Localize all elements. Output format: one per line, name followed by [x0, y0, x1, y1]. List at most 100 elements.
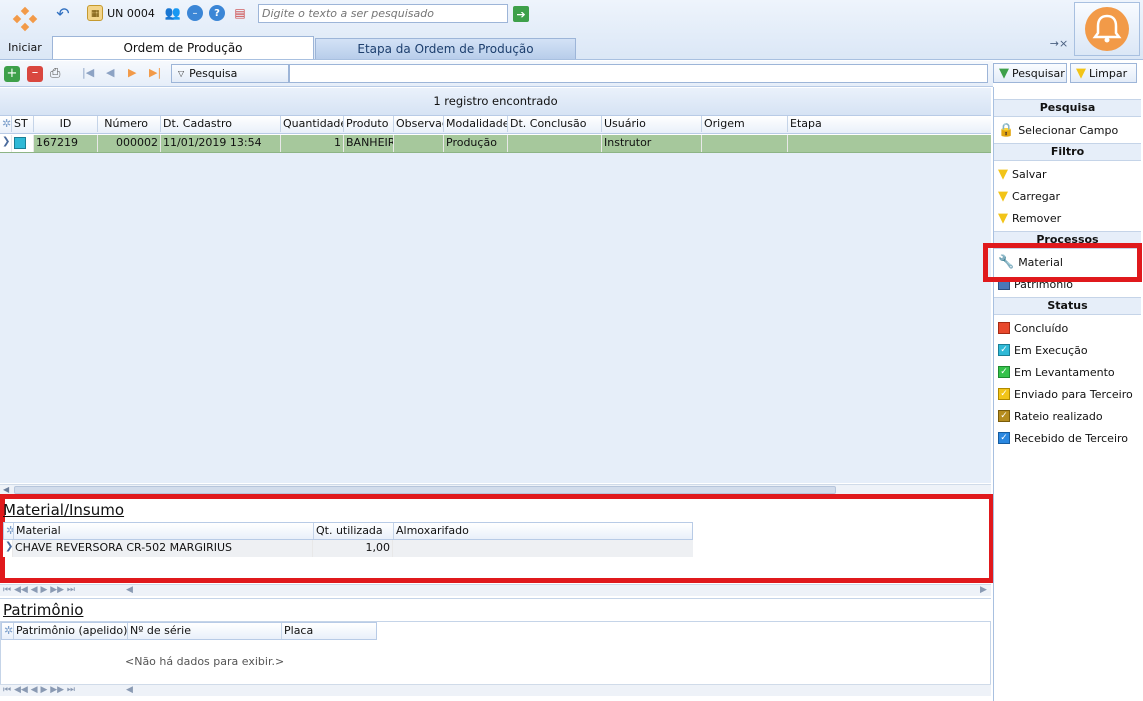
- clear-filter-icon: ▼: [1076, 65, 1086, 81]
- sidebar-item-em-execucao[interactable]: ✓ Em Execução: [998, 340, 1088, 360]
- sidebar-item-label: Concluído: [1014, 321, 1069, 335]
- col-material[interactable]: Material: [14, 523, 314, 539]
- sidebar-item-label: Em Levantamento: [1014, 365, 1115, 379]
- cell-dt-conclusao: [508, 135, 602, 152]
- delete-icon[interactable]: –: [27, 66, 43, 82]
- search-field-dropdown[interactable]: ▽ Pesquisa: [171, 64, 289, 83]
- column-chooser-icon[interactable]: ✲: [2, 623, 14, 639]
- notifications-button[interactable]: [1074, 2, 1140, 56]
- col-numero[interactable]: Número: [98, 116, 161, 132]
- col-st[interactable]: ST: [12, 116, 34, 132]
- column-chooser-icon[interactable]: ✲: [4, 523, 14, 539]
- sidebar-item-enviado-terceiro[interactable]: ✓ Enviado para Terceiro: [998, 384, 1133, 404]
- next-record-icon[interactable]: ▶: [128, 66, 136, 79]
- table-row[interactable]: ❯ 167219 000002 11/01/2019 13:54 1 BANHE…: [0, 135, 991, 153]
- record-navigator-icon[interactable]: ⏮ ◀◀ ◀ ▶ ▶▶ ⏭: [3, 685, 75, 695]
- chevron-down-icon: ▽: [178, 69, 185, 78]
- cell-produto: BANHEIR(: [344, 135, 394, 152]
- cell-origem: [702, 135, 788, 152]
- sidebar-item-label: Selecionar Campo: [1018, 123, 1119, 137]
- last-record-icon[interactable]: ▶|: [149, 66, 161, 79]
- col-placa[interactable]: Placa: [282, 623, 376, 639]
- minimize-icon[interactable]: –: [187, 5, 203, 21]
- sidebar-item-label: Salvar: [1012, 167, 1047, 181]
- col-quantidade[interactable]: Quantidade: [281, 116, 344, 132]
- undo-icon[interactable]: ↶: [53, 4, 73, 23]
- cell-quantidade: 1: [281, 135, 344, 152]
- help-icon[interactable]: ?: [209, 5, 225, 21]
- col-dt-cadastro[interactable]: Dt. Cadastro: [161, 116, 281, 132]
- sidebar-section-filtro: Filtro: [994, 143, 1141, 161]
- material-nav-bar: ⏮ ◀◀ ◀ ▶ ▶▶ ⏭ ◀ ▶: [0, 584, 991, 596]
- tab-etapa-ordem[interactable]: Etapa da Ordem de Produção: [315, 38, 576, 59]
- col-almoxarifado[interactable]: Almoxarifado: [394, 523, 692, 539]
- divider: [0, 598, 991, 599]
- tab-ordem-producao[interactable]: Ordem de Produção: [52, 36, 314, 59]
- app-logo-icon[interactable]: [8, 4, 42, 38]
- scroll-thumb[interactable]: [14, 486, 836, 494]
- col-qt-utilizada[interactable]: Qt. utilizada: [314, 523, 394, 539]
- sidebar-item-remover[interactable]: ▼ Remover: [998, 208, 1061, 228]
- bell-icon: [1085, 7, 1129, 51]
- sidebar-item-em-levantamento[interactable]: ✓ Em Levantamento: [998, 362, 1115, 382]
- grid-header: ✲ ST ID Número Dt. Cadastro Quantidade P…: [0, 116, 991, 134]
- prev-record-icon[interactable]: ◀: [106, 66, 114, 79]
- sidebar-section-status: Status: [994, 297, 1141, 315]
- sidebar-item-salvar[interactable]: ▼ Salvar: [998, 164, 1047, 184]
- column-chooser-icon[interactable]: ✲: [0, 116, 12, 132]
- empty-message: <Não há dados para exibir.>: [125, 655, 285, 668]
- col-id[interactable]: ID: [34, 116, 98, 132]
- col-dt-conclusao[interactable]: Dt. Conclusão: [508, 116, 602, 132]
- scroll-right-icon[interactable]: ▶: [980, 585, 987, 595]
- tab-close-controls[interactable]: →×: [1046, 36, 1072, 50]
- col-numero-serie[interactable]: Nº de série: [128, 623, 282, 639]
- sidebar-item-label: Em Execução: [1014, 343, 1088, 357]
- add-icon[interactable]: +: [4, 66, 20, 82]
- col-modalidade[interactable]: Modalidade: [444, 116, 508, 132]
- sidebar-item-concluido[interactable]: Concluído: [998, 318, 1068, 338]
- users-icon[interactable]: 👥: [164, 4, 182, 22]
- patrimonio-section-title: Patrimônio: [3, 601, 84, 619]
- table-row[interactable]: ❯ CHAVE REVERSORA CR-502 MARGIRIUS 1,00: [3, 540, 693, 557]
- record-navigator-icon[interactable]: ⏮ ◀◀ ◀ ▶ ▶▶ ⏭: [3, 585, 75, 595]
- home-label[interactable]: Iniciar: [4, 40, 46, 54]
- cell-almoxarifado: [393, 540, 693, 557]
- filter-load-icon: ▼: [998, 188, 1008, 204]
- status-rateio-icon: ✓: [998, 410, 1010, 422]
- cell-material: CHAVE REVERSORA CR-502 MARGIRIUS: [13, 540, 313, 557]
- material-menu-highlight-box: [983, 243, 1142, 282]
- search-go-icon[interactable]: ➔: [513, 6, 529, 22]
- top-toolbar: Iniciar ↶ ▦ UN 0004 👥 – ? ▤ ➔ Ordem de P…: [0, 0, 1143, 60]
- records-status: 1 registro encontrado: [0, 88, 991, 116]
- cell-id: 167219: [34, 135, 98, 152]
- filter-icon: ▼: [999, 65, 1009, 81]
- row-indicator-icon: ❯: [3, 540, 13, 557]
- scroll-left-icon[interactable]: ◀: [126, 685, 133, 695]
- limpar-button[interactable]: ▼ Limpar: [1070, 63, 1137, 83]
- col-origem[interactable]: Origem: [702, 116, 788, 132]
- col-usuario[interactable]: Usuário: [602, 116, 702, 132]
- col-observacao[interactable]: Observaç: [394, 116, 444, 132]
- sidebar-item-rateio[interactable]: ✓ Rateio realizado: [998, 406, 1103, 426]
- action-bar: + – ⎙ |◀ ◀ ▶ ▶| ▽ Pesquisa: [0, 61, 993, 87]
- report-icon[interactable]: ▤: [232, 4, 248, 22]
- unit-selector[interactable]: ▦ UN 0004: [86, 4, 156, 22]
- scroll-left-icon[interactable]: ◀: [3, 485, 9, 494]
- print-icon[interactable]: ⎙: [50, 66, 60, 81]
- first-record-icon[interactable]: |◀: [82, 66, 94, 79]
- lock-field-icon: 🔒: [998, 122, 1015, 138]
- scroll-left-icon[interactable]: ◀: [126, 585, 133, 595]
- col-etapa[interactable]: Etapa: [788, 116, 991, 132]
- status-concluido-icon: [998, 322, 1010, 334]
- sidebar-item-recebido-terceiro[interactable]: ✓ Recebido de Terceiro: [998, 428, 1128, 448]
- col-produto[interactable]: Produto: [344, 116, 394, 132]
- grid-empty-area: [0, 153, 991, 483]
- sidebar-item-selecionar-campo[interactable]: 🔒 Selecionar Campo: [998, 120, 1118, 140]
- cell-observacao: [394, 135, 444, 152]
- sidebar-item-carregar[interactable]: ▼ Carregar: [998, 186, 1060, 206]
- pesquisar-button[interactable]: ▼ Pesquisar: [993, 63, 1067, 83]
- global-search-input[interactable]: [258, 4, 508, 23]
- cell-dt-cadastro: 11/01/2019 13:54: [161, 135, 281, 152]
- col-patrimonio-apelido[interactable]: Patrimônio (apelido): [14, 623, 128, 639]
- filter-input[interactable]: [289, 64, 988, 83]
